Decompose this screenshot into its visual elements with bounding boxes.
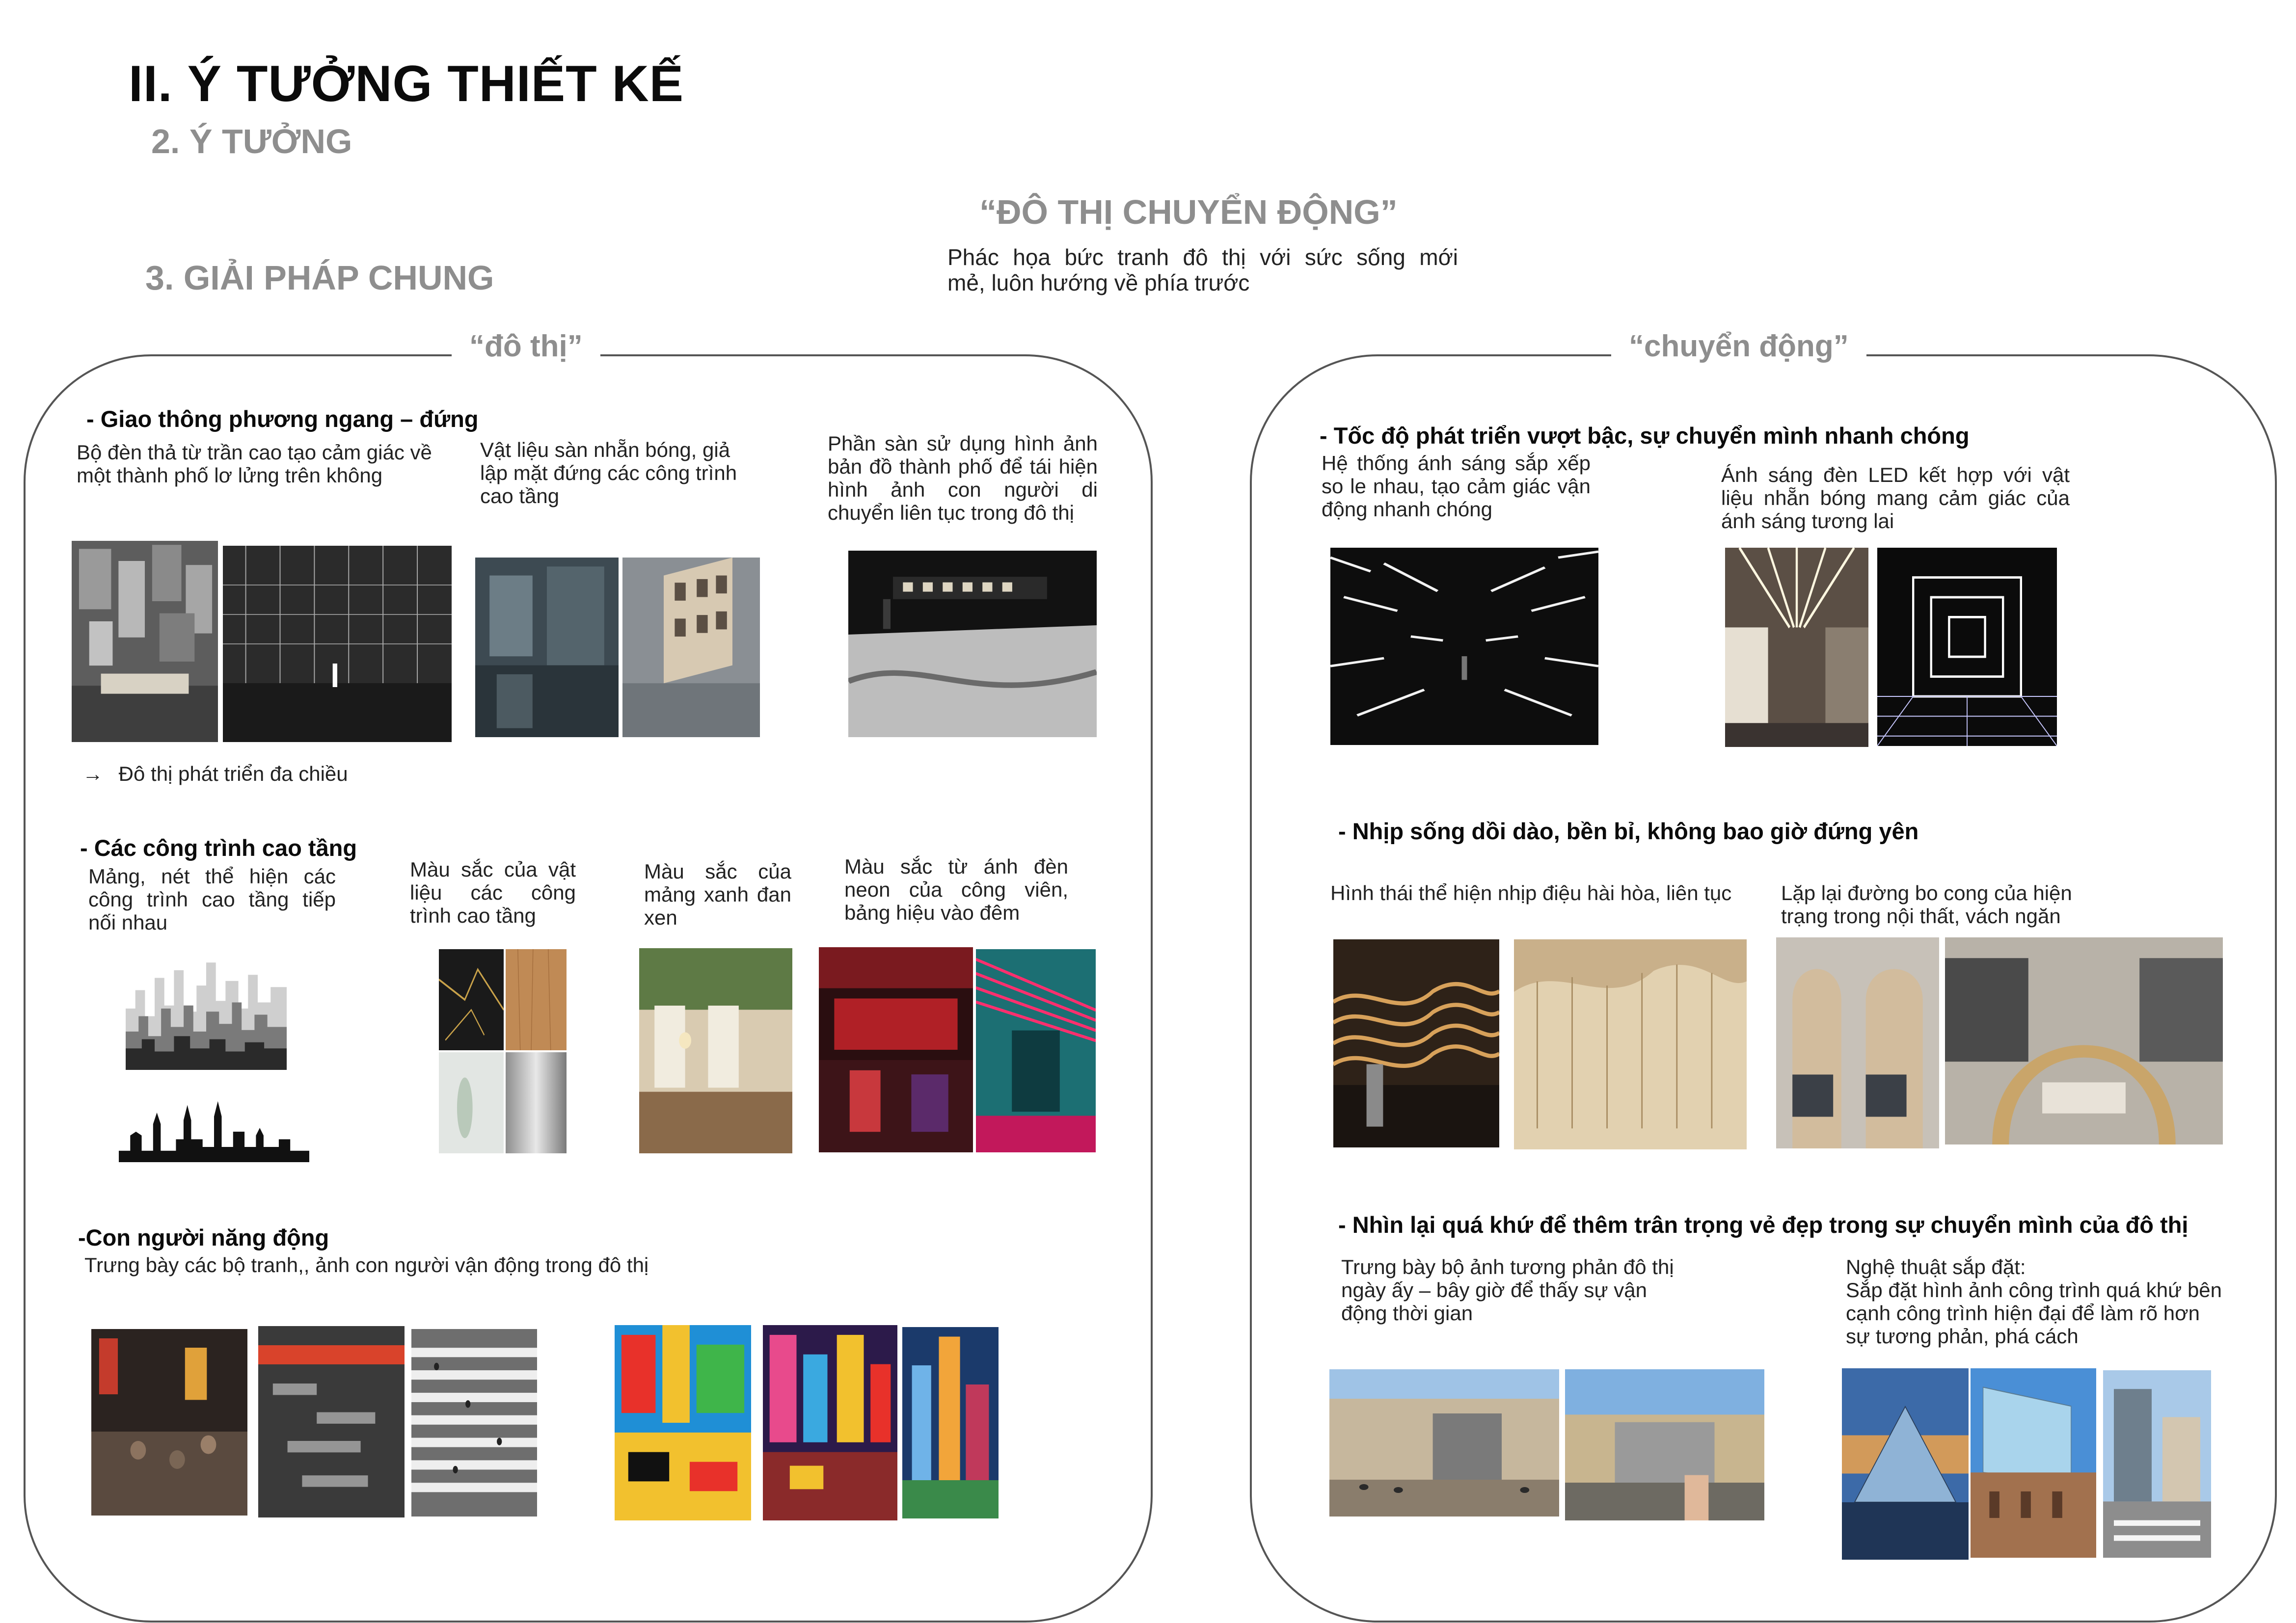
speed-caption-lights: Hệ thống ánh sáng sắp xếp so le nhau, tạ… <box>1322 452 1591 521</box>
mirror-floor-photo <box>475 558 619 737</box>
neon-corridor-photo <box>976 949 1096 1152</box>
section-idea-heading: 2. Ý TƯỞNG <box>151 122 352 160</box>
suspended-lights-photo <box>72 541 218 742</box>
bead-curtain-photo <box>1514 939 1747 1149</box>
transport-conclusion: → Đô thị phát triển đa chiều <box>82 762 348 785</box>
people-heading: -Con người năng động <box>78 1224 329 1251</box>
opera-then-now-photo <box>1565 1369 1764 1520</box>
louvre-pyramid-photo <box>1842 1368 1969 1560</box>
pop-art-painting-2 <box>763 1325 897 1520</box>
past-heading: - Nhìn lại quá khứ để thêm trân trọng vẻ… <box>1338 1212 2188 1238</box>
transport-conclusion-text: Đô thị phát triển đa chiều <box>118 762 348 785</box>
city-map-floor-photo <box>848 551 1097 737</box>
past-installation-title: Nghệ thuật sắp đặt: <box>1846 1255 2026 1278</box>
highrise-caption-neon: Màu sắc từ ánh đèn neon của công viên, b… <box>844 855 1068 924</box>
concept-description: Phác họa bức tranh đô thị với sức sống m… <box>947 244 1458 295</box>
transport-caption-map: Phần sàn sử dụng hình ảnh bản đồ thành p… <box>828 432 1098 524</box>
wood-swatch <box>506 949 567 1050</box>
old-new-building-street-photo <box>2103 1370 2211 1558</box>
rhythm-heading: - Nhịp sống dồi dào, bền bỉ, không bao g… <box>1338 818 1919 844</box>
rhythm-caption-curves: Lặp lại đường bo cong của hiện trạng tro… <box>1781 881 2072 928</box>
mirrored-facade-photo <box>622 558 760 737</box>
past-caption-installation: Nghệ thuật sắp đặt: Sắp đặt hình ảnh côn… <box>1846 1255 2229 1348</box>
motion-crowd-photo <box>258 1326 405 1517</box>
past-installation-text: Sắp đặt hình ảnh công trình quá khứ bên … <box>1846 1278 2222 1348</box>
rhythm-caption-wave: Hình thái thể hiện nhịp điệu hài hòa, li… <box>1330 881 1732 905</box>
wire-city-installation-photo <box>223 546 452 742</box>
curved-partition-lounge-photo <box>1776 937 1939 1148</box>
urban-panel-label: “đô thị” <box>452 329 600 364</box>
page-title: II. Ý TƯỞNG THIẾT KẾ <box>129 55 684 112</box>
curved-screen-interior-photo <box>1945 937 2223 1144</box>
motion-panel-label: “chuyển động” <box>1611 329 1866 364</box>
people-caption: Trưng bày các bộ tranh,, ảnh con người v… <box>84 1253 649 1277</box>
speed-caption-led: Ánh sáng đèn LED kết hợp với vật liệu nh… <box>1721 463 2070 532</box>
concept-line-1: Phác họa bức tranh đô thị với sức sống m… <box>947 244 1458 270</box>
wave-wall-photo <box>1333 939 1499 1147</box>
landmark-skyline-silhouette <box>119 1097 309 1162</box>
transport-caption-floor: Vật liệu sàn nhẵn bóng, giả lập mặt đứng… <box>480 438 737 507</box>
highrise-heading: - Các công trình cao tầng <box>80 835 357 861</box>
crosswalk-aerial-photo <box>411 1329 537 1517</box>
neon-lounge-photo <box>819 947 973 1152</box>
frosted-glass-swatch <box>439 1052 504 1153</box>
highrise-caption-silhouette: Mảng, nét thể hiện các công trình cao tầ… <box>88 865 336 934</box>
light-tunnel-photo <box>1330 548 1598 745</box>
pop-art-painting-3 <box>902 1327 999 1518</box>
skyline-gradient-graphic <box>126 947 287 1070</box>
black-marble-swatch <box>439 949 504 1050</box>
speed-heading: - Tốc độ phát triển vượt bậc, sự chuyển … <box>1320 423 1970 449</box>
notre-dame-then-now-photo <box>1329 1369 1559 1517</box>
past-caption-photos: Trưng bày bộ ảnh tương phản đô thị ngày … <box>1341 1255 1674 1325</box>
brushed-metal-swatch <box>506 1052 567 1153</box>
highrise-caption-green: Màu sắc của mảng xanh đan xen <box>644 860 791 929</box>
transport-heading: - Giao thông phương ngang – đứng <box>86 406 479 432</box>
neon-grid-room-photo <box>1877 548 2057 746</box>
transport-caption-lights: Bộ đèn thả từ trần cao tạo cảm giác về m… <box>77 441 432 487</box>
section-solution-heading: 3. GIẢI PHÁP CHUNG <box>145 259 494 297</box>
led-hallway-photo <box>1725 548 1868 747</box>
concept-line-2: mẻ, luôn hướng về phía trước <box>947 270 1250 295</box>
glass-and-brick-museum-photo <box>1971 1368 2096 1558</box>
concept-title: “ĐÔ THỊ CHUYỂN ĐỘNG” <box>979 193 1398 231</box>
highrise-caption-materials: Màu sắc của vật liệu các công trình cao … <box>410 858 576 927</box>
pop-art-painting-1 <box>615 1325 751 1520</box>
night-market-photo <box>91 1329 247 1516</box>
green-restaurant-photo <box>639 948 792 1153</box>
arrow-right-icon: → <box>82 762 103 785</box>
